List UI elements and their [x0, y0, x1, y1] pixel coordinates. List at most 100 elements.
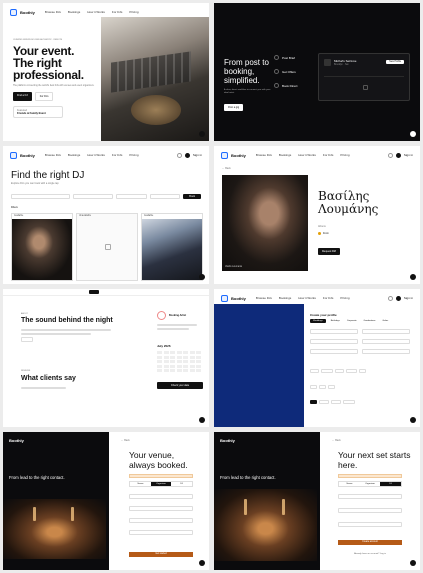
nav-link-pricing[interactable]: Pricing	[129, 10, 138, 14]
chat-button[interactable]	[199, 560, 205, 566]
find-dj-button[interactable]: Find a DJ	[13, 92, 32, 101]
nav-link-bookings[interactable]: Bookings	[68, 10, 80, 14]
chip-3[interactable]	[335, 369, 344, 373]
field-name[interactable]	[338, 494, 402, 499]
brand-logo[interactable]: Boothly	[9, 438, 24, 443]
nav-link-pricing[interactable]: Pricing	[129, 153, 138, 157]
chat-button[interactable]	[199, 131, 205, 137]
nav-link-bookings[interactable]: Bookings	[279, 153, 291, 157]
tab-corporate[interactable]: Corporate	[345, 319, 359, 323]
back-link[interactable]: ← Back	[121, 439, 130, 442]
field-event-date[interactable]	[310, 329, 358, 334]
sign-in-link[interactable]: Sign in	[404, 153, 413, 157]
avatar[interactable]	[395, 295, 401, 301]
chat-button[interactable]	[199, 417, 205, 423]
field-end-time[interactable]	[362, 339, 410, 344]
tab-birthdays[interactable]: Birthdays	[329, 319, 342, 323]
tab-dj[interactable]: DJ	[171, 482, 192, 486]
tab-venue[interactable]: Venue	[339, 482, 360, 486]
filters-label[interactable]: Filters	[11, 206, 18, 209]
nav-link-how[interactable]: How it Works	[87, 10, 105, 14]
chip-4[interactable]	[346, 369, 357, 373]
nav-link-how[interactable]: How it Works	[298, 153, 316, 157]
brand-logo[interactable]: Boothly	[10, 151, 35, 159]
nav-link-fordjs[interactable]: For DJs	[112, 10, 123, 14]
sign-in-link[interactable]: Sign in	[193, 153, 202, 157]
field-phone[interactable]	[129, 518, 193, 523]
field-email[interactable]	[129, 506, 193, 511]
tab-galas[interactable]: Galas	[380, 319, 390, 323]
field-venue[interactable]	[362, 349, 410, 354]
tab-organizer[interactable]: Organizer	[150, 482, 172, 486]
nav-link-fordjs[interactable]: For DJs	[323, 153, 334, 157]
budget-chip-3[interactable]	[328, 385, 335, 389]
nav-link-bookings[interactable]: Bookings	[279, 296, 291, 300]
nav-link-browse[interactable]: Browse DJs	[256, 296, 272, 300]
field-email[interactable]	[338, 508, 402, 513]
search-input-genre[interactable]	[115, 193, 147, 199]
field-location[interactable]	[310, 349, 358, 354]
search-icon[interactable]	[387, 295, 393, 301]
get-started-button[interactable]: Get started	[129, 552, 193, 557]
avatar[interactable]	[184, 152, 190, 158]
chat-button[interactable]	[410, 274, 416, 280]
search-button[interactable]: Book	[183, 193, 201, 199]
field-start-time[interactable]	[310, 339, 358, 344]
sign-in-link[interactable]: Sign in	[404, 296, 413, 300]
request-dm-button[interactable]: Request DM	[318, 248, 340, 255]
chip-5[interactable]	[359, 369, 366, 373]
nav-link-browse[interactable]: Browse DJs	[45, 10, 61, 14]
style-chip-3[interactable]	[331, 400, 341, 404]
budget-chip-1[interactable]	[310, 385, 317, 389]
search-input-location[interactable]	[11, 193, 71, 199]
brand-logo[interactable]: Boothly	[220, 438, 235, 443]
read-more-button[interactable]	[21, 337, 33, 342]
nav-link-browse[interactable]: Browse DJs	[256, 153, 272, 157]
field-venue-name[interactable]	[129, 494, 193, 499]
back-link[interactable]: ← Back	[332, 439, 341, 442]
nav-link-fordjs[interactable]: For DJs	[112, 153, 123, 157]
field-password[interactable]	[338, 522, 402, 527]
nav-link-how[interactable]: How it Works	[298, 296, 316, 300]
nav-link-fordjs[interactable]: For DJs	[323, 296, 334, 300]
nav-link-how[interactable]: How it Works	[87, 153, 105, 157]
back-link[interactable]: ← Back	[222, 167, 231, 170]
chat-button[interactable]	[410, 417, 416, 423]
style-chip-2[interactable]	[319, 400, 329, 404]
dj-card-2[interactable]: Unavailable	[76, 213, 138, 281]
brand-logo[interactable]: Boothly	[221, 151, 246, 159]
tab-venue[interactable]: Venue	[130, 482, 151, 486]
nav-link-bookings[interactable]: Bookings	[68, 153, 80, 157]
dj-card-1[interactable]: Available	[11, 213, 73, 281]
chip-1[interactable]	[310, 369, 319, 373]
style-chip-4[interactable]	[343, 400, 355, 404]
chip-2[interactable]	[321, 369, 333, 373]
search-icon[interactable]	[176, 152, 182, 158]
login-link[interactable]: Already have an account? Log in	[338, 553, 402, 555]
search-input-date[interactable]	[73, 193, 113, 199]
for-djs-button[interactable]: For DJs	[34, 92, 54, 101]
dj-card-3[interactable]: Available	[141, 213, 203, 281]
field-guests[interactable]	[362, 329, 410, 334]
chat-button[interactable]	[199, 274, 205, 280]
check-date-button[interactable]: Check your date	[157, 382, 203, 389]
search-input-budget[interactable]	[149, 193, 181, 199]
nav-link-pricing[interactable]: Pricing	[340, 153, 349, 157]
nav-link-pricing[interactable]: Pricing	[340, 296, 349, 300]
budget-chip-2[interactable]	[319, 385, 326, 389]
gig-card[interactable]: Michal's Set/Live Brooklyn · Sat New Pro…	[318, 53, 410, 101]
post-gig-button[interactable]: Post a gig	[224, 104, 244, 111]
brand-logo[interactable]: Boothly	[10, 8, 35, 16]
tab-weddings[interactable]: Weddings	[310, 319, 326, 323]
tab-graduations[interactable]: Graduations	[362, 319, 378, 323]
tab-dj[interactable]: DJ	[380, 482, 402, 486]
chat-button[interactable]	[410, 560, 416, 566]
nav-link-browse[interactable]: Browse DJs	[45, 153, 61, 157]
header-button[interactable]	[89, 290, 99, 294]
brand-logo[interactable]: Boothly	[221, 294, 246, 302]
style-chip-1[interactable]	[310, 400, 317, 404]
field-password[interactable]	[129, 530, 193, 535]
create-account-button[interactable]: Create account	[338, 540, 402, 545]
search-icon[interactable]	[387, 152, 393, 158]
tab-organizer[interactable]: Organizer	[360, 482, 381, 486]
